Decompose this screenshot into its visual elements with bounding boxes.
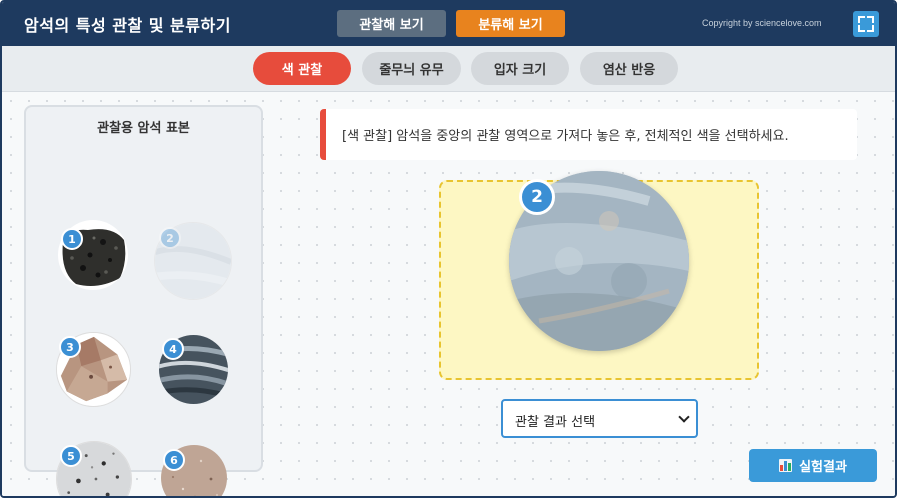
tab-stripes[interactable]: 줄무늬 유무 xyxy=(362,52,461,85)
header-bar: 암석의 특성 관찰 및 분류하기 관찰해 보기 분류해 보기 Copyright… xyxy=(2,2,895,46)
chevron-down-icon xyxy=(678,411,690,423)
bar-chart-icon xyxy=(779,459,793,472)
sample-number-badge: 4 xyxy=(162,338,184,360)
tab-grain-size[interactable]: 입자 크기 xyxy=(471,52,569,85)
app-title: 암석의 특성 관찰 및 분류하기 xyxy=(24,16,231,35)
app-window: 암석의 특성 관찰 및 분류하기 관찰해 보기 분류해 보기 Copyright… xyxy=(0,0,897,498)
classify-mode-button[interactable]: 분류해 보기 xyxy=(456,10,565,37)
instruction-text: [색 관찰] 암석을 중앙의 관찰 영역으로 가져다 놓은 후, 전체적인 색을… xyxy=(342,129,789,144)
sample-number-badge: 1 xyxy=(61,228,83,250)
experiment-results-button[interactable]: 실험결과 xyxy=(749,449,877,482)
sample-number-badge: 3 xyxy=(59,336,81,358)
select-value: 관찰 결과 선택 xyxy=(515,415,596,430)
sample-number-badge: 6 xyxy=(163,449,185,471)
sample-panel: 관찰용 암석 표본 xyxy=(24,105,263,472)
sample-number-badge: 5 xyxy=(60,445,82,467)
fullscreen-icon[interactable] xyxy=(853,11,879,37)
results-button-label: 실험결과 xyxy=(799,460,847,475)
placed-sample-badge: 2 xyxy=(519,179,555,215)
observation-result-select[interactable]: 관찰 결과 선택 xyxy=(501,399,698,438)
instruction-box: [색 관찰] 암석을 중앙의 관찰 영역으로 가져다 놓은 후, 전체적인 색을… xyxy=(320,109,857,160)
copyright-text: Copyright by sciencelove.com xyxy=(702,18,822,28)
workspace: 관찰용 암석 표본 1 2 3 4 5 6 [색 관찰] 암석을 중앙의 관찰 … xyxy=(2,92,895,496)
sample-number-badge: 2 xyxy=(159,227,181,249)
sample-panel-title: 관찰용 암석 표본 xyxy=(97,121,190,136)
tab-acid-reaction[interactable]: 염산 반응 xyxy=(580,52,678,85)
tab-bar: 색 관찰 줄무늬 유무 입자 크기 염산 반응 xyxy=(2,46,895,92)
tab-color[interactable]: 색 관찰 xyxy=(253,52,351,85)
view-mode-button[interactable]: 관찰해 보기 xyxy=(337,10,446,37)
